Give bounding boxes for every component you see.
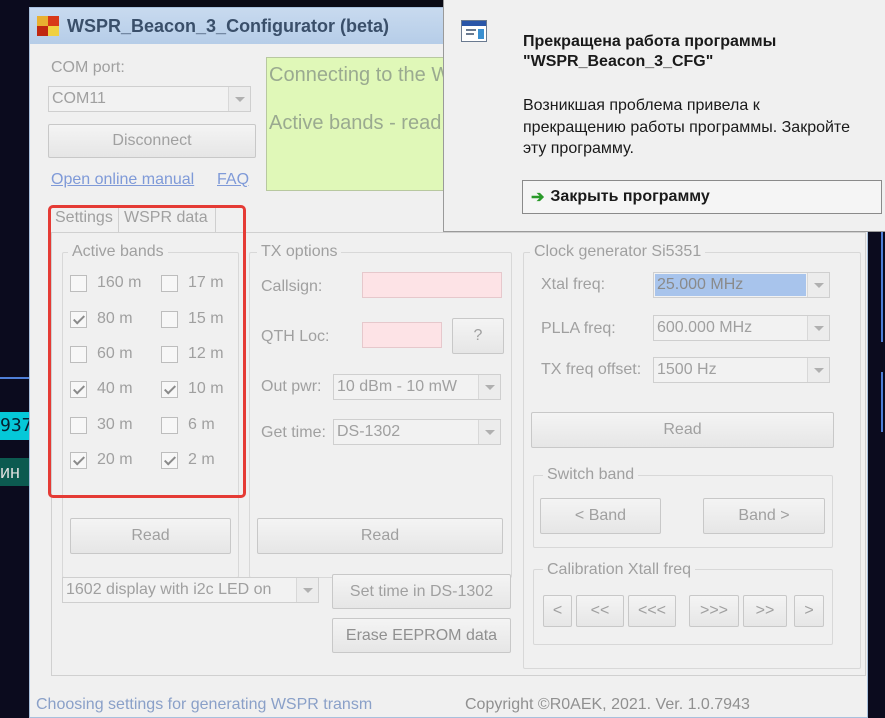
band-label: 160 m <box>97 274 142 291</box>
band-checkbox[interactable] <box>70 275 87 292</box>
chevron-down-icon <box>807 273 829 297</box>
xtal-freq-select[interactable]: 25.000 MHz <box>653 272 830 298</box>
status-log-panel: Connecting to the W Active bands - read <box>266 57 466 191</box>
xtal-freq-label: Xtal freq: <box>541 276 606 293</box>
chevron-down-icon <box>296 578 318 602</box>
get-time-select[interactable]: DS-1302 <box>333 419 501 445</box>
tx-freq-offset-label: TX freq offset: <box>541 361 642 378</box>
chevron-down-icon <box>478 420 500 444</box>
erase-eeprom-button[interactable]: Erase EEPROM data <box>332 618 511 653</box>
xtal-freq-value: 25.000 MHz <box>657 276 744 293</box>
cal-up-1-button[interactable]: > <box>794 595 824 627</box>
status-line: Connecting to the W <box>269 64 451 86</box>
chevron-down-icon <box>228 87 250 111</box>
tx-freq-offset-select[interactable]: 1500 Hz <box>653 357 830 383</box>
cal-down-3-button[interactable]: <<< <box>628 595 676 627</box>
band-checkbox[interactable] <box>161 275 178 292</box>
tx-options-title: TX options <box>257 243 342 261</box>
out-pwr-select[interactable]: 10 dBm - 10 mW <box>333 374 501 400</box>
tx-read-button[interactable]: Read <box>257 518 503 554</box>
band-label: 60 m <box>97 345 133 362</box>
band-checkbox[interactable] <box>70 381 87 398</box>
band-checkbox[interactable] <box>161 417 178 434</box>
com-port-label: COM port: <box>51 59 125 76</box>
get-time-value: DS-1302 <box>337 423 401 440</box>
qth-help-button[interactable]: ? <box>452 318 504 354</box>
copyright-text: Copyright ©R0AEK, 2021. Ver. 1.0.7943 <box>465 696 750 713</box>
cal-down-2-button[interactable]: << <box>576 595 624 627</box>
com-port-select[interactable]: COM11 <box>48 86 251 112</box>
band-checkbox[interactable] <box>70 346 87 363</box>
crash-dialog-message: эту программу. <box>523 140 634 157</box>
bands-read-button[interactable]: Read <box>70 518 231 554</box>
band-label: 12 m <box>188 345 224 362</box>
app-icon <box>37 16 59 36</box>
background-label: ин <box>0 458 30 486</box>
close-program-label: Закрыть программу <box>550 188 710 205</box>
cal-up-2-button[interactable]: >> <box>743 595 787 627</box>
background-app <box>0 0 30 718</box>
crash-dialog-message: прекращению работы программы. Закройте <box>523 119 850 136</box>
close-program-button[interactable]: ➔ Закрыть программу <box>522 180 882 214</box>
tx-freq-offset-value: 1500 Hz <box>657 361 717 378</box>
crash-dialog: Прекращена работа программы "WSPR_Beacon… <box>443 0 885 232</box>
band-label: 20 m <box>97 451 133 468</box>
prev-band-button[interactable]: < Band <box>540 498 661 534</box>
plla-freq-value: 600.000 MHz <box>657 319 753 336</box>
chevron-down-icon <box>807 316 829 340</box>
band-checkbox[interactable] <box>70 417 87 434</box>
out-pwr-label: Out pwr: <box>261 378 322 395</box>
window-title: WSPR_Beacon_3_Configurator (beta) <box>67 16 390 36</box>
switch-band-title: Switch band <box>543 466 639 484</box>
band-checkbox[interactable] <box>161 346 178 363</box>
band-label: 15 m <box>188 310 224 327</box>
status-message: Choosing settings for generating WSPR tr… <box>36 696 372 713</box>
band-checkbox[interactable] <box>161 381 178 398</box>
plla-freq-select[interactable]: 600.000 MHz <box>653 315 830 341</box>
band-checkbox[interactable] <box>70 311 87 328</box>
clock-generator-title: Clock generator Si5351 <box>530 243 706 261</box>
clock-read-button[interactable]: Read <box>531 412 834 448</box>
status-line: Active bands - read <box>269 112 442 134</box>
background-frequency-digits: 937 <box>0 412 30 440</box>
crash-dialog-message: Возникшая проблема привела к <box>523 97 760 114</box>
band-label: 80 m <box>97 310 133 327</box>
chevron-down-icon <box>807 358 829 382</box>
program-window-icon <box>461 20 487 42</box>
background-line <box>0 377 30 379</box>
band-label: 40 m <box>97 380 133 397</box>
crash-dialog-title: Прекращена работа программы <box>523 33 777 50</box>
qth-loc-label: QTH Loc: <box>261 328 330 345</box>
callsign-input[interactable] <box>362 272 502 298</box>
faq-link[interactable]: FAQ <box>217 171 249 189</box>
chevron-down-icon <box>478 375 500 399</box>
com-port-value: COM11 <box>52 90 106 107</box>
band-checkbox[interactable] <box>70 452 87 469</box>
cal-down-1-button[interactable]: < <box>543 595 572 627</box>
qth-loc-input[interactable] <box>362 322 442 348</box>
band-checkbox[interactable] <box>161 452 178 469</box>
display-type-value: 1602 display with i2c LED on <box>66 581 272 598</box>
get-time-label: Get time: <box>261 424 326 441</box>
callsign-label: Callsign: <box>261 278 323 295</box>
band-label: 30 m <box>97 416 133 433</box>
disconnect-button[interactable]: Disconnect <box>48 124 256 158</box>
arrow-right-icon: ➔ <box>531 189 545 206</box>
crash-dialog-program-name: "WSPR_Beacon_3_CFG" <box>523 53 714 70</box>
display-type-select[interactable]: 1602 display with i2c LED on <box>62 577 319 603</box>
band-label: 6 m <box>188 416 215 433</box>
band-label: 17 m <box>188 274 224 291</box>
set-time-button[interactable]: Set time in DS-1302 <box>332 574 511 609</box>
out-pwr-value: 10 dBm - 10 mW <box>337 378 458 395</box>
background-app-right <box>867 232 885 718</box>
online-manual-link[interactable]: Open online manual <box>51 171 194 189</box>
band-checkbox[interactable] <box>161 311 178 328</box>
cal-up-3-button[interactable]: >>> <box>689 595 739 627</box>
next-band-button[interactable]: Band > <box>703 498 825 534</box>
band-label: 2 m <box>188 451 215 468</box>
plla-freq-label: PLLA freq: <box>541 320 616 337</box>
band-label: 10 m <box>188 380 224 397</box>
calibration-title: Calibration Xtall freq <box>543 561 696 579</box>
